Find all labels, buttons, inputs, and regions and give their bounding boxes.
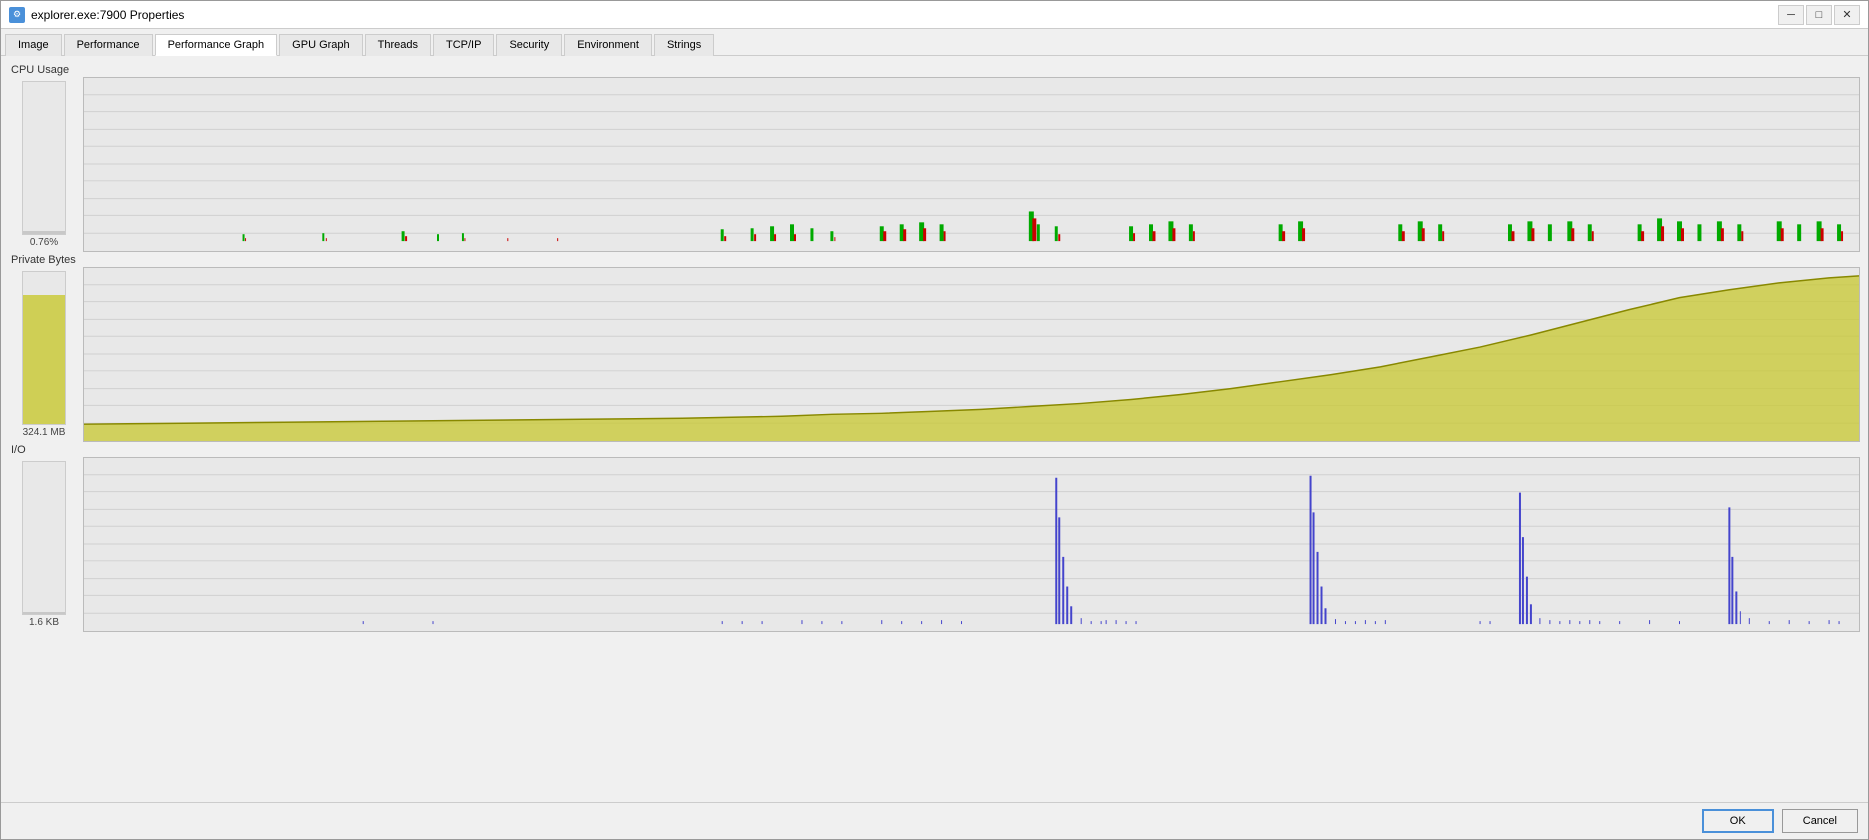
io-chart <box>83 457 1860 632</box>
tab-performance[interactable]: Performance <box>64 34 153 56</box>
tab-environment[interactable]: Environment <box>564 34 652 56</box>
cpu-sidebar-fill <box>23 231 65 234</box>
cpu-sidebar: 0.76% <box>9 77 79 252</box>
tab-threads[interactable]: Threads <box>365 34 431 56</box>
cpu-value: 0.76% <box>30 237 58 248</box>
memory-chart-svg <box>84 268 1859 441</box>
tab-gpu-graph[interactable]: GPU Graph <box>279 34 362 56</box>
cancel-button[interactable]: Cancel <box>1782 809 1858 833</box>
memory-sidebar: 324.1 MB <box>9 267 79 442</box>
memory-label: Private Bytes <box>9 254 1860 266</box>
close-button[interactable]: ✕ <box>1834 5 1860 25</box>
ok-button[interactable]: OK <box>1702 809 1774 833</box>
io-sidebar-bar <box>22 461 66 615</box>
io-chart-svg <box>84 458 1859 631</box>
main-window: ⚙ explorer.exe:7900 Properties ─ □ ✕ Ima… <box>0 0 1869 840</box>
cpu-chart-svg <box>84 78 1859 251</box>
memory-chart <box>83 267 1860 442</box>
io-label: I/O <box>9 444 1860 456</box>
io-section: I/O 1.6 KB <box>9 444 1860 632</box>
cpu-chart <box>83 77 1860 252</box>
app-icon: ⚙ <box>9 7 25 23</box>
tab-security[interactable]: Security <box>496 34 562 56</box>
minimize-button[interactable]: ─ <box>1778 5 1804 25</box>
io-sidebar-fill <box>23 612 65 614</box>
tab-image[interactable]: Image <box>5 34 62 56</box>
title-bar: ⚙ explorer.exe:7900 Properties ─ □ ✕ <box>1 1 1868 29</box>
window-title: explorer.exe:7900 Properties <box>31 8 184 22</box>
cpu-label: CPU Usage <box>9 64 1860 76</box>
io-sidebar: 1.6 KB <box>9 457 79 632</box>
title-bar-left: ⚙ explorer.exe:7900 Properties <box>9 7 184 23</box>
io-row: 1.6 KB <box>9 457 1860 632</box>
content-area: CPU Usage 0.76% <box>1 56 1868 802</box>
maximize-button[interactable]: □ <box>1806 5 1832 25</box>
memory-sidebar-fill <box>23 295 65 424</box>
cpu-row: 0.76% <box>9 77 1860 252</box>
memory-section: Private Bytes 324.1 MB <box>9 254 1860 442</box>
io-value: 1.6 KB <box>29 617 59 628</box>
cpu-sidebar-bar <box>22 81 66 235</box>
memory-value: 324.1 MB <box>23 427 66 438</box>
footer: OK Cancel <box>1 802 1868 839</box>
tab-strings[interactable]: Strings <box>654 34 714 56</box>
memory-row: 324.1 MB <box>9 267 1860 442</box>
tab-bar: Image Performance Performance Graph GPU … <box>1 29 1868 56</box>
window-controls: ─ □ ✕ <box>1778 5 1860 25</box>
memory-sidebar-bar <box>22 271 66 425</box>
tab-performance-graph[interactable]: Performance Graph <box>155 34 278 56</box>
tab-tcp-ip[interactable]: TCP/IP <box>433 34 494 56</box>
cpu-section: CPU Usage 0.76% <box>9 64 1860 252</box>
